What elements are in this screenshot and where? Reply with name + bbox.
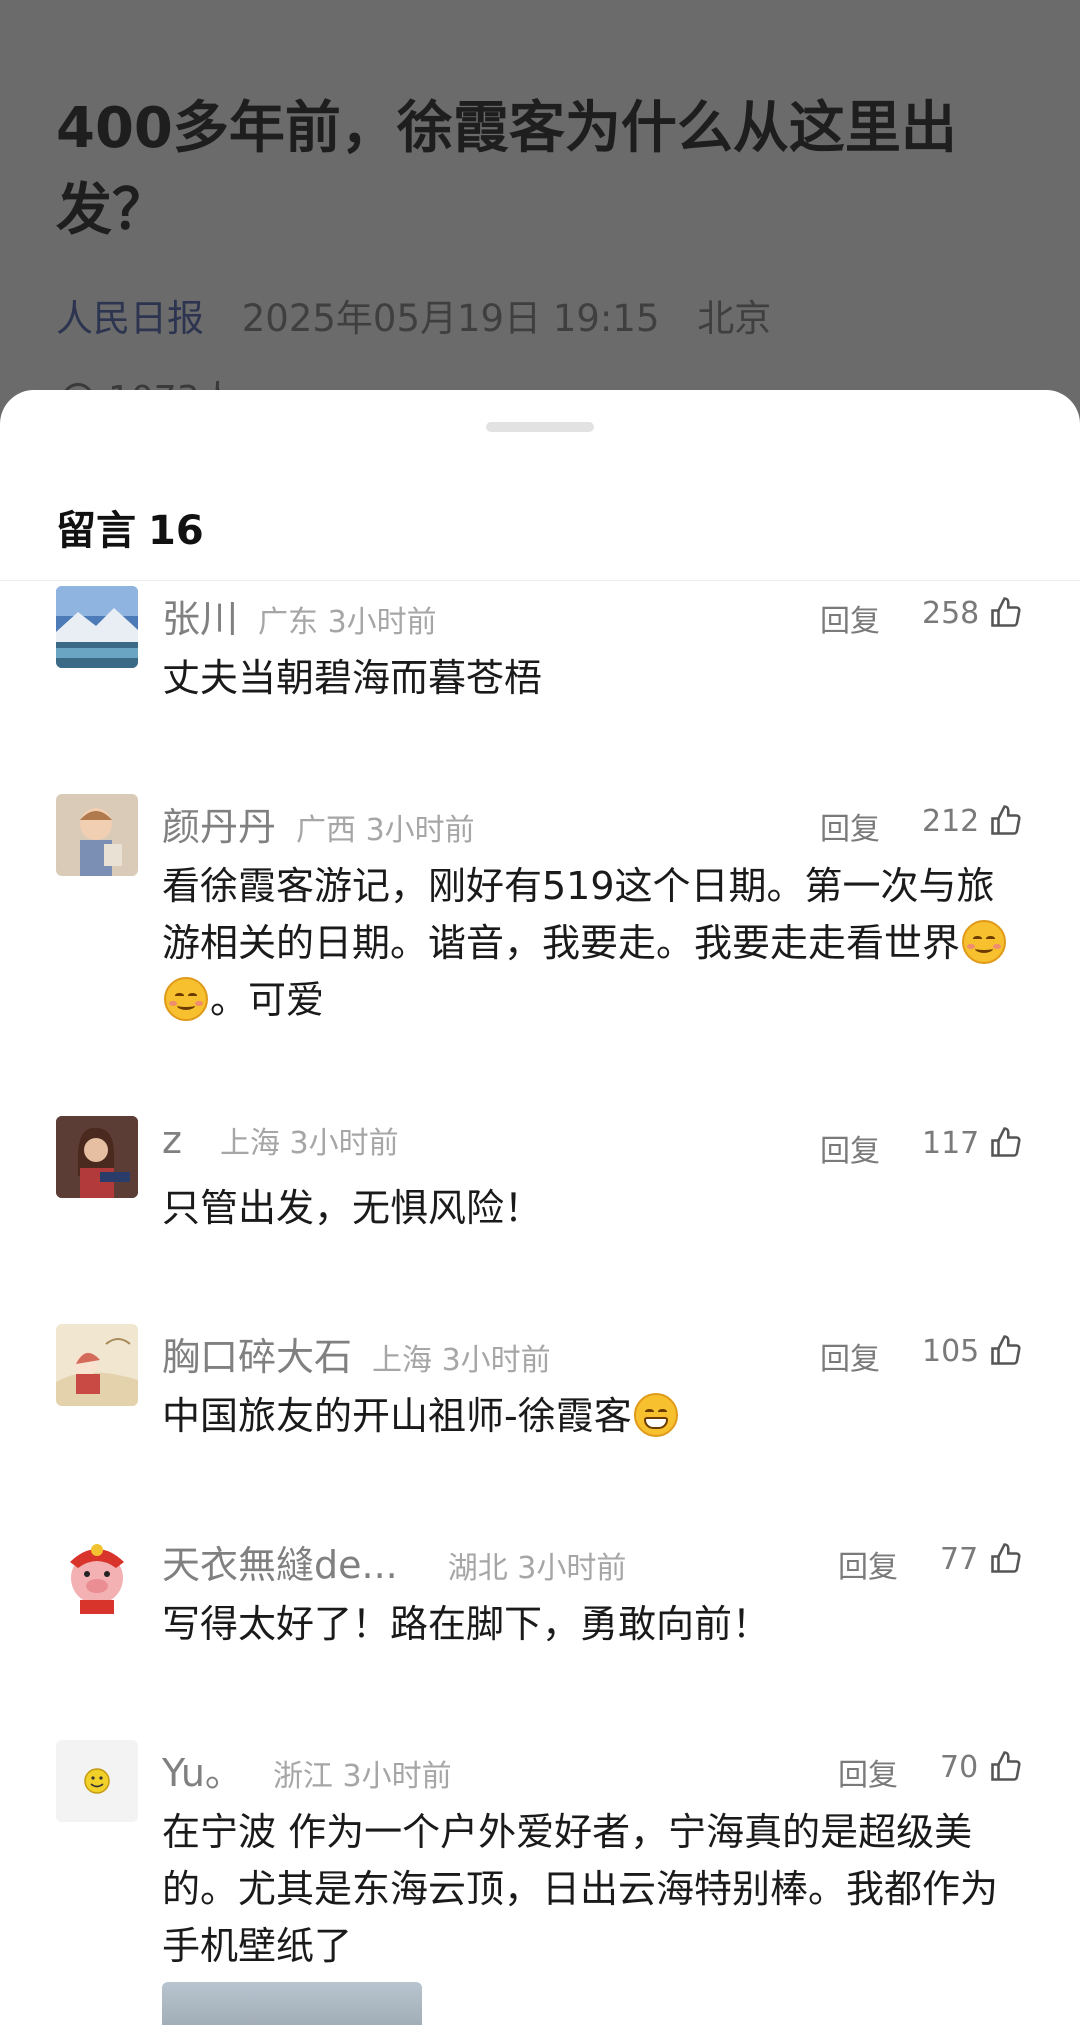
avatar[interactable] [56,1740,138,1822]
comments-sheet: 留言 16 张川 广东 3小时前 回复 258 丈夫当朝碧海而暮苍梧 颜丹丹 广… [0,390,1080,2025]
comment-meta: Yu。 浙江 3小时前 [162,1742,452,1795]
article-background: 400多年前，徐霞客为什么从这里出发？ 人民日报 2025年05月19日 19:… [0,0,1080,420]
comment-location-time: 湖北 3小时前 [447,1551,627,1586]
commenter-name[interactable]: 颜丹丹 [162,796,276,851]
article-source[interactable]: 人民日报 [56,297,204,340]
commenter-name[interactable]: Yu。 [162,1742,243,1797]
comment-text: 在宁波 作为一个户外爱好者，宁海真的是超级美的。尤其是东海云顶，日出云海特别棒。… [162,1810,999,1968]
comment-text: 中国旅友的开山祖师-徐霞客 [162,1388,1028,1445]
like-count: 105 [922,1334,980,1369]
article-location: 北京 [697,297,772,340]
comment-text: 写得太好了！路在脚下，勇敢向前！ [162,1602,771,1646]
reply-button[interactable]: 回复 [838,1542,898,1586]
comment-image[interactable] [162,1982,422,2025]
commenter-name[interactable]: 张川 [162,588,238,643]
comment-count: 16 [148,508,204,554]
like-count: 117 [922,1126,980,1161]
like-count: 77 [940,1542,979,1577]
thumbs-up-icon[interactable] [988,1540,1024,1576]
comment-meta: 张川 广东 3小时前 [162,588,437,641]
comment-location-time: 上海 3小时前 [372,1343,551,1378]
grin-emoji [633,1393,678,1437]
smile-emoji [962,920,1007,964]
thumbs-up-icon[interactable] [988,802,1024,838]
comment-location-time: 浙江 3小时前 [272,1759,452,1794]
thumbs-up-icon[interactable] [988,594,1024,630]
thumbs-up-icon[interactable] [988,1332,1024,1368]
comment-location-time: 广西 3小时前 [296,813,475,848]
sheet-title: 留言 16 [56,498,204,556]
reply-button[interactable]: 回复 [820,596,880,640]
avatar[interactable] [56,794,138,876]
reply-button[interactable]: 回复 [820,804,880,848]
comment-meta: 颜丹丹 广西 3小时前 [162,796,475,849]
comment-text: 只管出发，无惧风险！ [162,1186,543,1230]
sheet-title-label: 留言 [56,508,136,554]
article-meta: 人民日报 2025年05月19日 19:15 北京 [56,288,771,342]
thumbs-up-icon[interactable] [988,1748,1024,1784]
like-count: 258 [922,596,980,631]
article-title: 400多年前，徐霞客为什么从这里出发？ [56,96,957,243]
like-count: 70 [940,1750,979,1785]
reply-button[interactable]: 回复 [820,1334,880,1378]
comment-meta: 天衣無縫de... 湖北 3小时前 [162,1534,626,1587]
avatar[interactable] [56,1532,138,1614]
comment-location-time: 广东 3小时前 [258,605,437,640]
comment-location-time: 上海 3小时前 [219,1126,399,1161]
like-count: 212 [922,804,980,839]
comment-meta: 胸口碎大石 上海 3小时前 [162,1326,551,1379]
avatar[interactable] [56,586,138,668]
drag-handle[interactable] [486,422,594,432]
commenter-name[interactable]: z [162,1118,182,1162]
article-datetime: 2025年05月19日 19:15 [241,297,660,340]
avatar[interactable] [56,1324,138,1406]
comment-meta: z 上海 3小时前 [162,1118,399,1164]
comment-text: 看徐霞客游记，刚好有519这个日期。第一次与旅游相关的日期。谐音，我要走。我要走… [162,858,1028,1029]
avatar[interactable] [56,1116,138,1198]
reply-button[interactable]: 回复 [838,1750,898,1794]
thumbs-up-icon[interactable] [988,1124,1024,1160]
smile-emoji [164,977,208,1021]
comment-text: 丈夫当朝碧海而暮苍梧 [162,656,543,700]
reply-button[interactable]: 回复 [820,1126,880,1170]
commenter-name[interactable]: 天衣無縫de... [162,1534,398,1589]
commenter-name[interactable]: 胸口碎大石 [162,1326,352,1381]
header-divider [0,580,1080,581]
